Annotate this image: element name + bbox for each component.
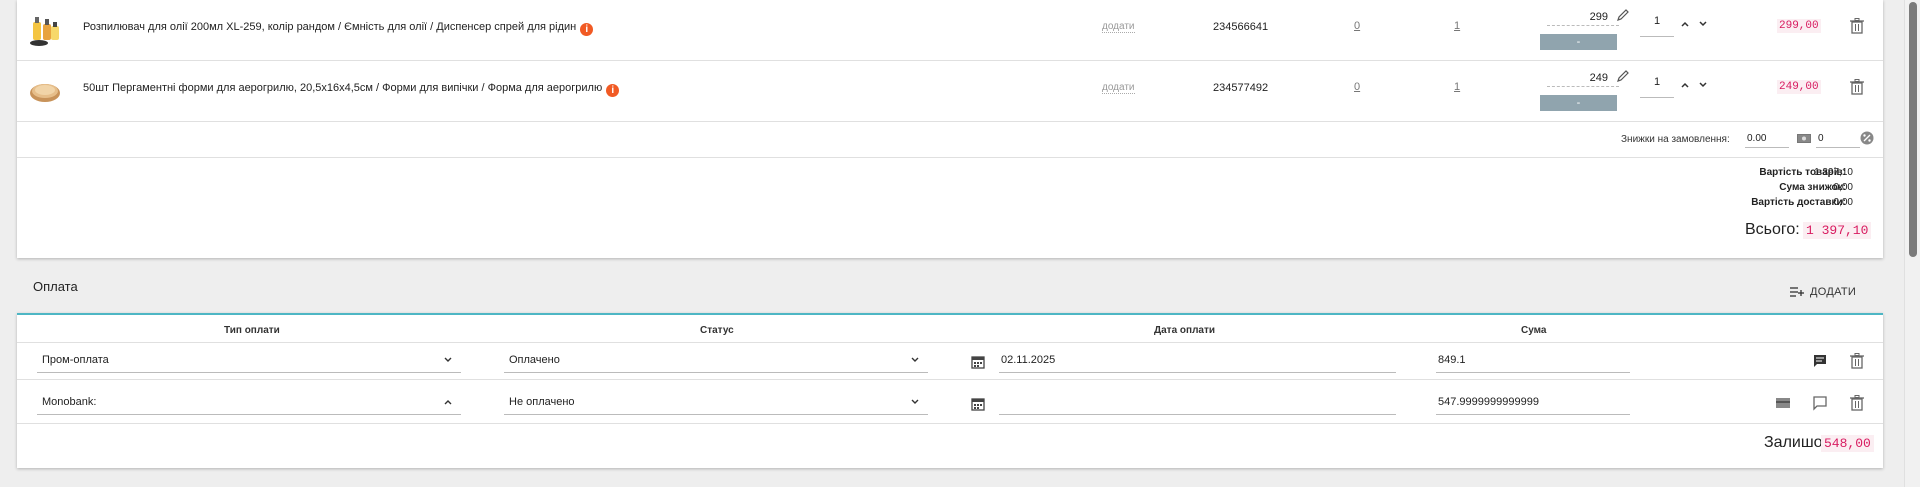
price-underline <box>1547 86 1619 87</box>
chevron-up-icon[interactable] <box>1680 81 1690 89</box>
product-row: 50шт Пергаментні форми для аерогрилю, 20… <box>17 61 1883 122</box>
col-header-status: Статус <box>700 325 734 336</box>
edit-pencil-icon[interactable] <box>1615 7 1631 23</box>
available-link[interactable]: 1 <box>1454 20 1460 32</box>
price-underline <box>1547 25 1619 26</box>
discount-sum-value: 0,00 <box>1833 182 1853 193</box>
delete-icon[interactable] <box>1849 353 1865 369</box>
quantity-input[interactable]: 1 <box>1640 9 1674 37</box>
divider <box>17 379 1883 380</box>
row-total: 249,00 <box>1777 80 1821 94</box>
payment-status-select[interactable]: Не оплачено <box>504 389 928 415</box>
product-sku: 234566641 <box>1213 21 1269 33</box>
comment-outline-icon[interactable] <box>1812 395 1828 411</box>
discount-percent-input[interactable]: 0 <box>1816 130 1860 148</box>
remainder-value: 548,00 <box>1821 435 1874 452</box>
divider <box>17 423 1883 424</box>
money-icon[interactable] <box>1797 134 1811 143</box>
add-payment-button[interactable]: ДОДАТИ <box>1790 286 1856 298</box>
payment-date-input[interactable]: 02.11.2025 <box>999 347 1396 373</box>
info-icon[interactable]: i <box>606 84 620 97</box>
add-list-icon <box>1790 287 1804 297</box>
comment-filled-icon[interactable] <box>1812 353 1828 369</box>
chevron-down-icon <box>444 357 452 362</box>
payment-status-select[interactable]: Оплачено <box>504 347 928 373</box>
chevron-down-icon[interactable] <box>1698 20 1708 28</box>
available-link[interactable]: 1 <box>1454 81 1460 93</box>
product-name[interactable]: Розпилювач для олії 200мл XL-259, колір … <box>83 21 594 36</box>
product-row: Розпилювач для олії 200мл XL-259, колір … <box>17 0 1883 61</box>
info-icon[interactable]: i <box>580 23 594 36</box>
payment-amount-input[interactable]: 547.9999999999999 <box>1436 389 1630 415</box>
col-header-amount: Сума <box>1521 325 1547 336</box>
row-total: 299,00 <box>1777 19 1821 33</box>
col-header-date: Дата оплати <box>1154 325 1216 336</box>
order-products-card: Розпилювач для олії 200мл XL-259, колір … <box>17 0 1883 258</box>
price-value: 299 <box>1589 11 1608 23</box>
chevron-down-icon <box>911 357 919 362</box>
total-label: Всього: <box>1745 221 1800 238</box>
payment-date-input[interactable] <box>999 389 1396 415</box>
add-link[interactable]: додати <box>1102 21 1135 33</box>
price-action-button[interactable]: - <box>1540 95 1617 111</box>
chevron-up-icon[interactable] <box>1680 20 1690 28</box>
oil-sprayer-image <box>27 12 63 48</box>
quantity-input[interactable]: 1 <box>1640 70 1674 98</box>
total-value: 1 397,10 <box>1803 222 1872 239</box>
payment-amount-input[interactable]: 849.1 <box>1436 347 1630 373</box>
order-discount-row: Знижки на замовлення: 0.00 0 <box>17 122 1883 158</box>
edit-pencil-icon[interactable] <box>1615 68 1631 84</box>
chevron-up-icon <box>444 400 452 405</box>
payments-card: Тип оплати Статус Дата оплати Сума Пром-… <box>17 313 1883 468</box>
payments-title: Оплата <box>33 279 78 294</box>
chevron-down-icon[interactable] <box>1698 81 1708 89</box>
product-name[interactable]: 50шт Пергаментні форми для аерогрилю, 20… <box>83 82 620 97</box>
parchment-form-image <box>27 73 63 109</box>
discount-amount-input[interactable]: 0.00 <box>1745 130 1789 148</box>
delete-icon[interactable] <box>1849 395 1865 411</box>
delete-icon[interactable] <box>1850 79 1864 95</box>
percent-icon[interactable] <box>1860 131 1874 145</box>
scrollbar-thumb[interactable] <box>1909 2 1917 257</box>
price-value: 249 <box>1589 72 1608 84</box>
reserved-link[interactable]: 0 <box>1354 20 1360 32</box>
vertical-scrollbar[interactable] <box>1904 0 1920 487</box>
delivery-cost-value: 0,00 <box>1833 197 1853 208</box>
delete-icon[interactable] <box>1850 18 1864 34</box>
price-action-button[interactable]: - <box>1540 34 1617 50</box>
col-header-type: Тип оплати <box>224 325 280 336</box>
chevron-down-icon <box>911 399 919 404</box>
reserved-link[interactable]: 0 <box>1354 81 1360 93</box>
add-link[interactable]: додати <box>1102 82 1135 94</box>
divider <box>17 342 1883 343</box>
calendar-icon[interactable] <box>971 355 985 369</box>
product-sku: 234577492 <box>1213 82 1269 94</box>
discount-label: Знижки на замовлення: <box>1621 134 1730 145</box>
payment-type-select[interactable]: Monobank: <box>37 389 461 415</box>
credit-card-icon[interactable] <box>1775 395 1791 411</box>
payment-type-select[interactable]: Пром-оплата <box>37 347 461 373</box>
add-payment-label: ДОДАТИ <box>1810 286 1857 298</box>
goods-cost-value: 1 397,10 <box>1814 167 1853 178</box>
calendar-icon[interactable] <box>971 397 985 411</box>
